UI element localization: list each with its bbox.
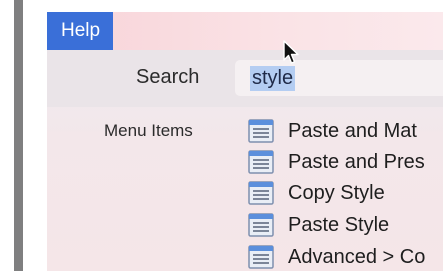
menu-item-icon — [248, 119, 274, 143]
menu-item-icon — [248, 213, 274, 237]
search-label: Search — [136, 66, 200, 88]
menu-item-icon — [248, 150, 274, 174]
menu-bar: Help — [47, 12, 443, 50]
search-result-label: Paste and Pres — [288, 151, 425, 173]
search-input[interactable]: style — [235, 60, 443, 96]
app-window: Help Search style Menu Items Paste and M… — [47, 12, 443, 271]
search-result-label: Paste Style — [288, 214, 390, 236]
search-result-label: Copy Style — [288, 182, 385, 204]
help-menu[interactable]: Help — [47, 12, 114, 50]
menu-item-icon — [248, 181, 274, 205]
search-input-value[interactable]: style — [250, 66, 296, 91]
side-divider-bar — [14, 0, 23, 271]
search-result-label: Paste and Mat — [288, 120, 417, 142]
search-row: Search style — [47, 50, 443, 107]
menu-items-section-label: Menu Items — [104, 121, 193, 140]
screenshot-stage: Help Search style Menu Items Paste and M… — [0, 0, 443, 271]
menu-item-icon — [248, 245, 274, 269]
search-result-label: Advanced > Co — [288, 246, 426, 268]
mouse-pointer-icon — [283, 40, 299, 64]
help-search-dropdown: Search style Menu Items Paste and Mat Pa… — [47, 50, 443, 271]
